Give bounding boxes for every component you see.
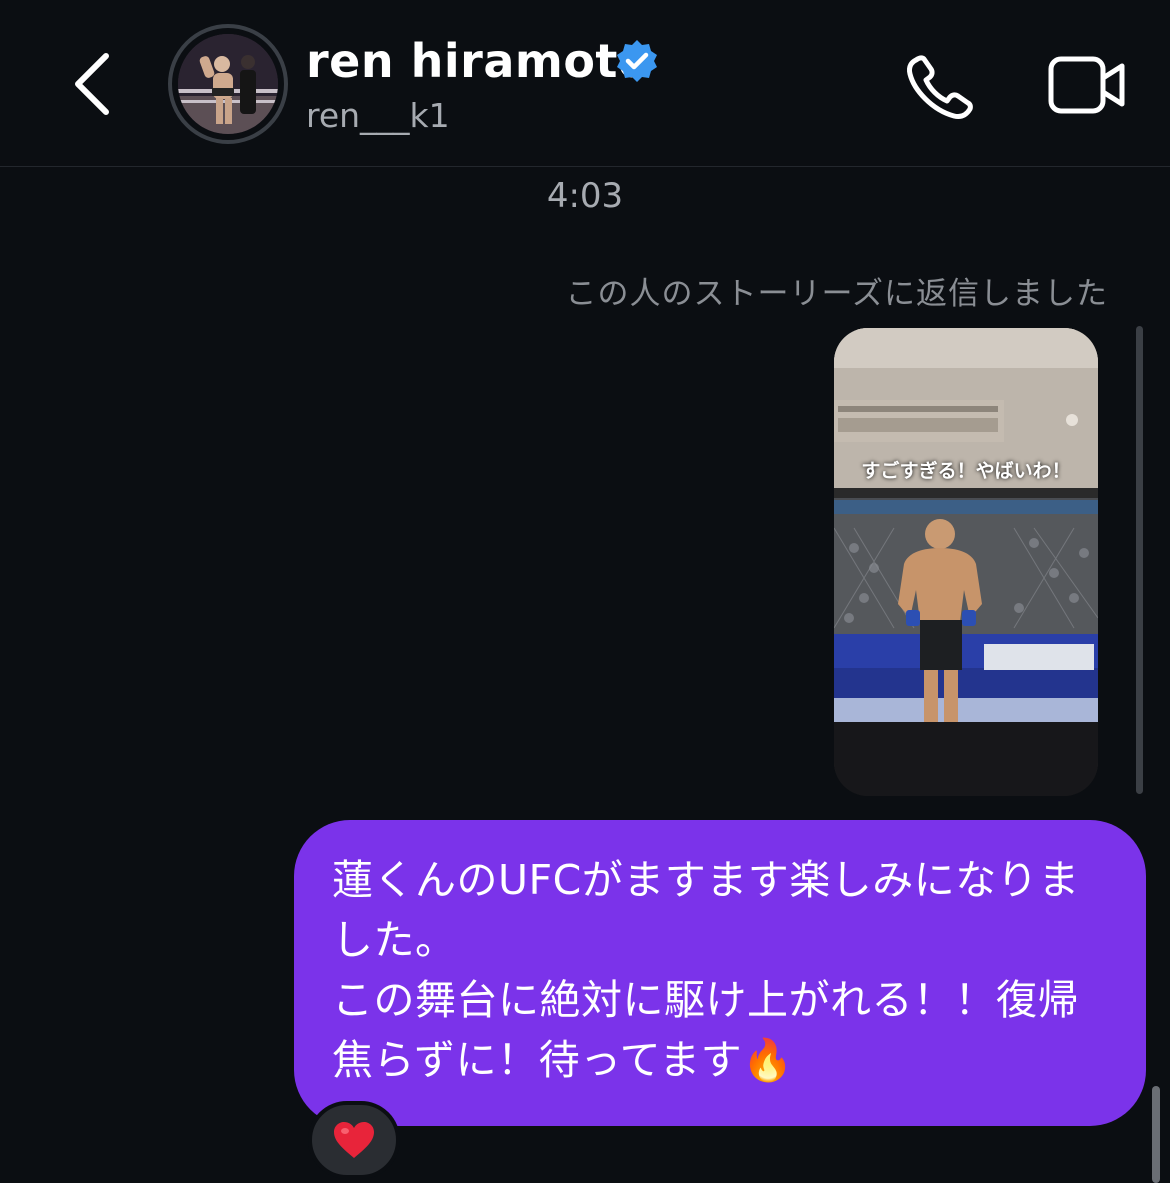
video-call-button[interactable] [1046, 52, 1128, 118]
heart-reaction[interactable] [308, 1101, 400, 1179]
chat-header: ren hiramoto ren___k1 [0, 0, 1170, 167]
video-camera-icon [1048, 56, 1125, 114]
avatar-photo [178, 34, 278, 134]
message-text: 蓮くんのUFCがますます楽しみになりました。 この舞台に絶対に駆け上がれる！！復… [332, 856, 1080, 1084]
contact-handle: ren___k1 [306, 96, 450, 135]
story-caption: すごすぎる！やばいわ！ [861, 460, 1071, 482]
story-image [834, 328, 1098, 796]
phone-icon [907, 55, 973, 119]
voice-call-button[interactable] [902, 52, 982, 122]
dm-thread-screen: ren hiramoto ren___k1 4:03 この人のストーリーズに返信… [0, 0, 1170, 1183]
contact-name[interactable]: ren hiramoto [306, 34, 650, 88]
message-timestamp: 4:03 [546, 176, 624, 216]
chevron-left-icon [75, 53, 109, 115]
story-reply-note: この人のストーリーズに返信しました [565, 276, 1108, 312]
story-scrollbar[interactable] [1136, 326, 1143, 794]
thread-scrollbar[interactable] [1152, 1086, 1160, 1183]
verified-badge-icon [617, 40, 657, 82]
heart-icon [334, 1122, 374, 1158]
back-button[interactable] [62, 48, 126, 120]
message-bubble[interactable]: 蓮くんのUFCがますます楽しみになりました。 この舞台に絶対に駆け上がれる！！復… [294, 820, 1146, 1126]
story-preview[interactable]: すごすぎる！やばいわ！ [834, 328, 1098, 796]
profile-avatar[interactable] [168, 24, 288, 144]
